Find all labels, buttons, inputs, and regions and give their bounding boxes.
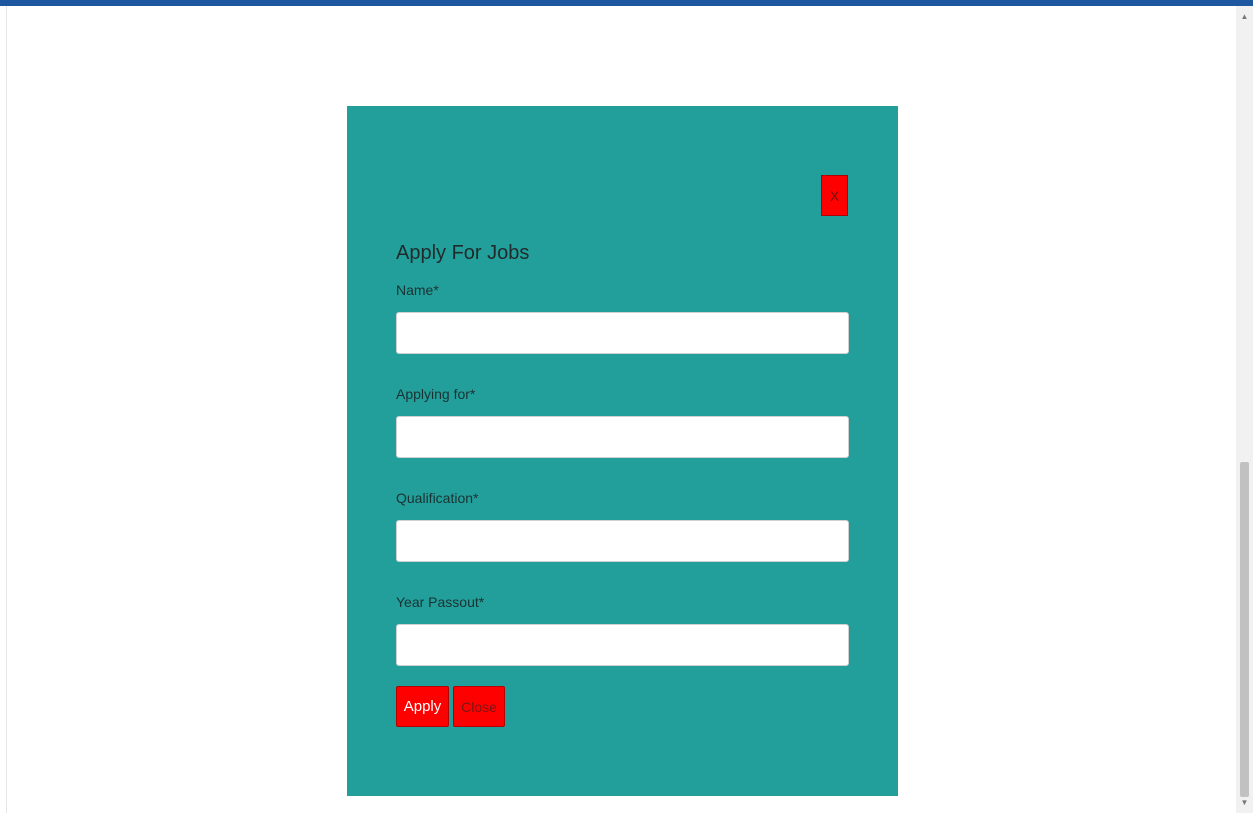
scrollbar-thumb[interactable] (1240, 462, 1249, 797)
applying-for-label: Applying for* (396, 386, 476, 402)
scroll-up-arrow-icon[interactable]: ▲ (1236, 8, 1253, 25)
close-button[interactable]: Close (453, 686, 505, 727)
apply-button[interactable]: Apply (396, 686, 449, 727)
close-icon: X (829, 187, 840, 204)
qualification-label: Qualification* (396, 490, 479, 506)
name-label: Name* (396, 282, 439, 298)
apply-jobs-modal: X Apply For Jobs Name* Applying for* Qua… (347, 106, 898, 796)
close-button-label: Close (461, 698, 497, 715)
name-input[interactable] (396, 312, 849, 354)
applying-for-input[interactable] (396, 416, 849, 458)
year-passout-label: Year Passout* (396, 594, 485, 610)
close-x-button[interactable]: X (821, 175, 848, 216)
scroll-down-arrow-icon[interactable]: ▼ (1236, 794, 1253, 811)
left-window-edge (0, 6, 7, 813)
qualification-input[interactable] (396, 520, 849, 562)
form-title: Apply For Jobs (396, 242, 530, 264)
vertical-scrollbar[interactable]: ▲ ▼ (1236, 6, 1253, 813)
apply-button-label: Apply (403, 698, 442, 715)
year-passout-input[interactable] (396, 624, 849, 666)
